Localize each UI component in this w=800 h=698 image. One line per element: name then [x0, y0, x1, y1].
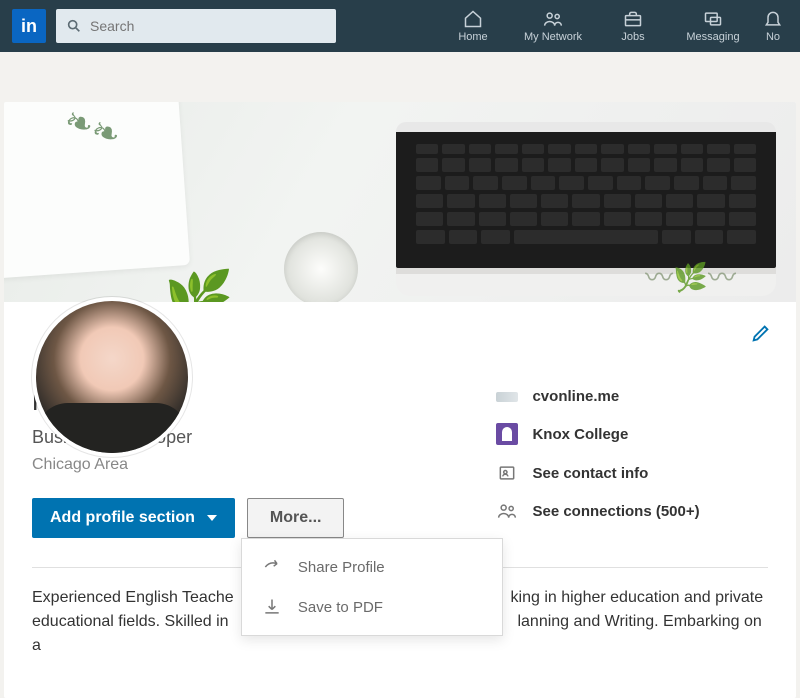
contact-card-icon [497, 463, 517, 483]
website-icon [496, 392, 518, 402]
connections-link[interactable]: See connections (500+) [496, 501, 768, 521]
nav-home[interactable]: Home [438, 9, 508, 43]
bio-frag-1b: king in higher education and private [511, 589, 764, 606]
save-pdf-label: Save to PDF [298, 599, 383, 616]
school-icon [496, 423, 518, 445]
nav-notifications-label: No [766, 31, 780, 43]
more-dropdown: Share Profile Save to PDF [241, 538, 503, 636]
briefcase-icon [622, 9, 644, 29]
nav-network[interactable]: My Network [518, 9, 588, 43]
add-section-label: Add profile section [50, 509, 195, 527]
top-navbar: in Home My Network Jobs Messaging No [0, 0, 800, 52]
share-profile-item[interactable]: Share Profile [242, 547, 502, 587]
school-link[interactable]: Knox College [496, 423, 768, 445]
nav-messaging[interactable]: Messaging [678, 9, 748, 43]
add-profile-section-button[interactable]: Add profile section [32, 498, 235, 538]
download-icon [262, 597, 282, 617]
nav-jobs-label: Jobs [621, 31, 644, 43]
contact-info-link[interactable]: See contact info [496, 463, 768, 483]
bio-frag-1: Experienced English Teache [32, 589, 234, 606]
search-box [56, 9, 336, 43]
search-icon [66, 18, 82, 34]
bell-icon [762, 9, 784, 29]
nav-notifications[interactable]: No [758, 9, 788, 43]
cover-photo: ❧❧ 🌿 〰🌿〰 [4, 102, 796, 302]
profile-location: Chicago Area [32, 456, 466, 474]
nav-jobs[interactable]: Jobs [598, 9, 668, 43]
cover-sprig: 〰🌿〰 [645, 256, 736, 296]
connections-icon [496, 501, 518, 521]
share-icon [262, 557, 282, 577]
connections-label: See connections (500+) [532, 503, 699, 520]
cover-plant: 🌿 [164, 267, 234, 302]
chevron-down-icon [207, 515, 217, 521]
nav-messaging-label: Messaging [686, 31, 739, 43]
profile-sidebar: cvonline.me Knox College See contact inf… [466, 388, 768, 539]
home-icon [462, 9, 484, 29]
nav-network-label: My Network [524, 31, 582, 43]
logo-text: in [21, 16, 37, 37]
avatar[interactable] [32, 297, 192, 457]
website-label: cvonline.me [532, 388, 619, 405]
profile-card: ❧❧ 🌿 〰🌿〰 Kaitlin Business Developer Chi [4, 102, 796, 698]
network-icon [541, 9, 565, 29]
edit-profile-button[interactable] [750, 322, 772, 349]
pencil-icon [750, 322, 772, 344]
contact-info-label: See contact info [532, 465, 648, 482]
messaging-icon [702, 9, 724, 29]
website-link[interactable]: cvonline.me [496, 388, 768, 405]
bio-frag-2: educational fields. Skilled in [32, 613, 229, 630]
share-profile-label: Share Profile [298, 559, 385, 576]
more-button[interactable]: More... [247, 498, 345, 538]
cover-candle [284, 232, 358, 302]
nav-home-label: Home [458, 31, 487, 43]
linkedin-logo[interactable]: in [12, 9, 46, 43]
save-pdf-item[interactable]: Save to PDF [242, 587, 502, 627]
more-label: More... [270, 509, 322, 526]
school-label: Knox College [532, 426, 628, 443]
search-input[interactable] [56, 9, 336, 43]
